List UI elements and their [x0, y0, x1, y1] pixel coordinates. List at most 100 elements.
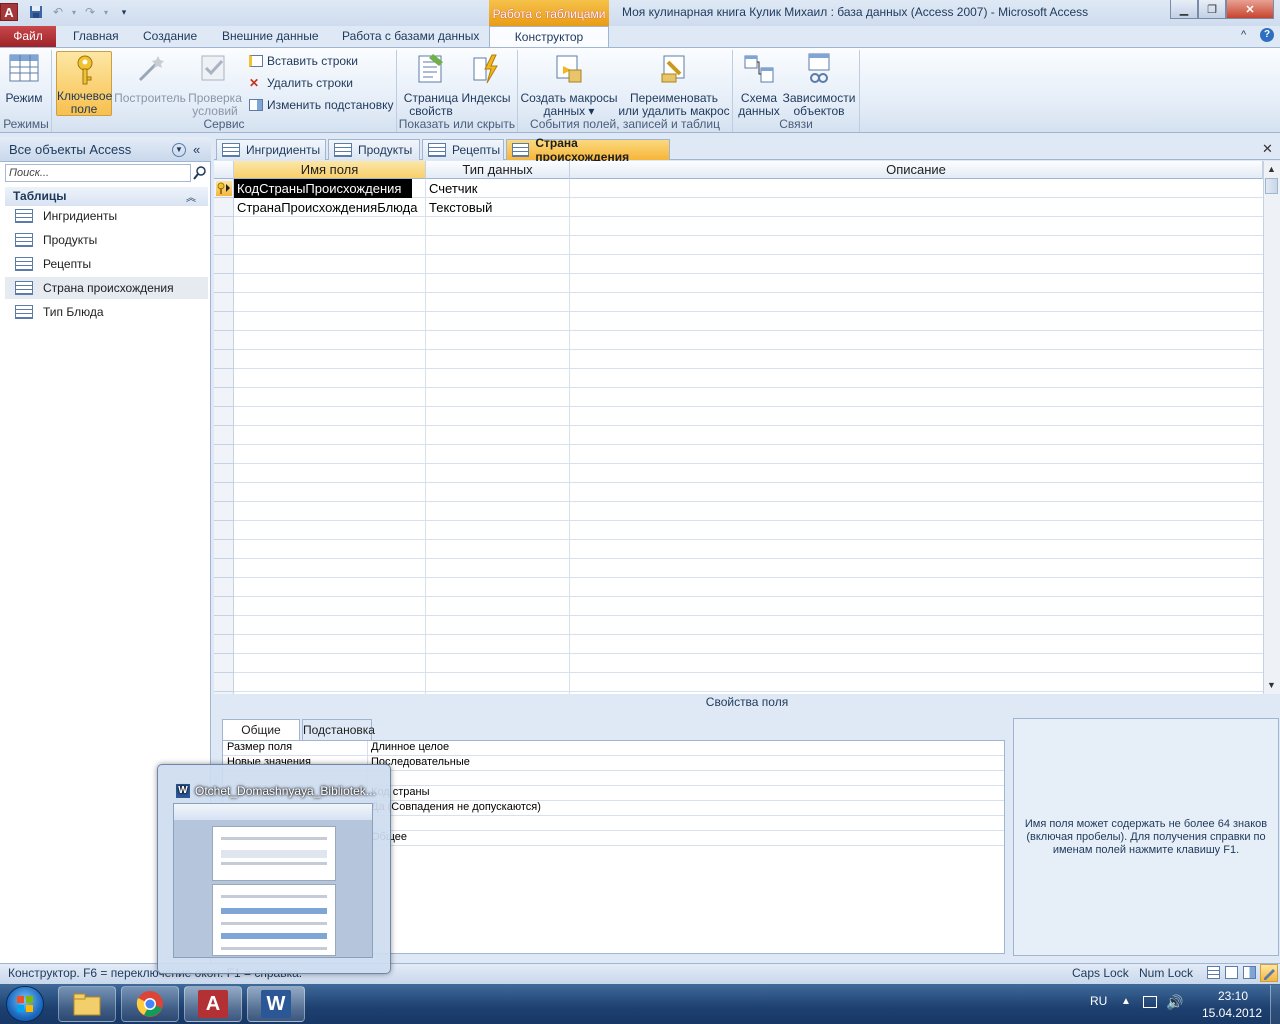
show-hidden-icons-icon[interactable]: ▲: [1121, 996, 1131, 1007]
redo-icon[interactable]: ↷: [82, 4, 98, 20]
tab-design[interactable]: Конструктор: [489, 26, 609, 47]
props-tab-lookup[interactable]: Подстановка: [302, 719, 375, 741]
close-document-icon[interactable]: ✕: [1262, 141, 1273, 157]
builder-label: Построитель: [114, 91, 186, 105]
relationships-button[interactable]: Схема данных: [737, 52, 781, 118]
tab-external-data[interactable]: Внешние данные: [222, 26, 319, 47]
nav-item-recipes[interactable]: Рецепты: [5, 253, 208, 275]
redo-dropdown-icon[interactable]: ▾: [98, 4, 114, 20]
row-selector-lines: [214, 179, 234, 694]
close-button[interactable]: ✕: [1226, 0, 1274, 19]
mode-button[interactable]: Режим: [4, 52, 44, 105]
vertical-scrollbar[interactable]: [1263, 161, 1280, 694]
save-icon[interactable]: [28, 4, 44, 20]
data-type-cell[interactable]: Счетчик: [426, 179, 569, 198]
pivot-chart-view-icon[interactable]: [1243, 966, 1256, 979]
shutter-bar-close-icon[interactable]: «: [193, 142, 200, 157]
taskbar-word-button[interactable]: W: [247, 986, 305, 1022]
property-sheet-button[interactable]: Страница свойств: [403, 52, 459, 118]
doc-tab-products[interactable]: Продукты: [328, 139, 420, 160]
doc-tab-recipes[interactable]: Рецепты: [422, 139, 504, 160]
nav-item-products[interactable]: Продукты: [5, 229, 208, 251]
table-icon: [334, 143, 352, 157]
preview-page: [212, 826, 336, 881]
delete-rows-button[interactable]: ✕ Удалить строки: [249, 76, 353, 90]
thumbnail-title[interactable]: W Otchet_Domashnyaya_Bibliotek...: [176, 783, 376, 799]
builder-button[interactable]: Построитель: [114, 52, 186, 105]
tab-file[interactable]: Файл: [0, 26, 56, 47]
column-header-description[interactable]: Описание: [570, 161, 1263, 179]
pivot-table-view-icon[interactable]: [1225, 966, 1238, 979]
nav-item-dish-type[interactable]: Тип Блюда: [5, 301, 208, 323]
grid-rows: [234, 179, 1263, 694]
change-lookup-button[interactable]: Изменить подстановку: [249, 98, 393, 112]
doc-tab-origin-country[interactable]: Страна происхождения: [506, 136, 670, 164]
description-cell[interactable]: [570, 179, 1263, 198]
folder-icon: [73, 993, 101, 1016]
action-center-flag-icon[interactable]: [1143, 996, 1157, 1008]
taskbar-chrome-button[interactable]: [121, 986, 179, 1022]
tab-home[interactable]: Главная: [73, 26, 119, 47]
nav-menu-dropdown-icon[interactable]: ▼: [172, 143, 186, 157]
object-dependencies-button[interactable]: Зависимости объектов: [783, 52, 855, 118]
property-value[interactable]: Длинное целое: [368, 741, 449, 755]
props-tab-general[interactable]: Общие: [222, 719, 300, 741]
insert-rows-button[interactable]: Вставить строки: [249, 54, 358, 68]
doc-tab-ingredients[interactable]: Ингридиенты: [216, 139, 326, 160]
ribbon-separator: [859, 50, 860, 132]
nav-item-origin-country[interactable]: Страна происхождения: [5, 277, 208, 299]
volume-icon[interactable]: 🔊: [1166, 994, 1183, 1011]
collapse-category-icon[interactable]: ︽: [186, 189, 196, 204]
start-button[interactable]: [6, 986, 44, 1022]
nav-search-input[interactable]: Поиск...: [5, 164, 191, 182]
thumbnail-document-preview[interactable]: [173, 803, 373, 958]
taskbar-access-button[interactable]: A: [184, 986, 242, 1022]
field-name-cell[interactable]: СтранаПроисхожденияБлюда: [234, 198, 425, 217]
builder-wand-icon: [138, 56, 164, 82]
description-cell[interactable]: [570, 198, 1263, 217]
undo-icon[interactable]: ↶: [50, 4, 66, 20]
insert-rows-label: Вставить строки: [267, 54, 358, 68]
search-icon[interactable]: [192, 164, 208, 182]
dependencies-icon: [808, 53, 830, 83]
clock-time[interactable]: 23:10: [1200, 989, 1266, 1003]
collapse-ribbon-icon[interactable]: ^: [1241, 29, 1246, 41]
access-logo-icon[interactable]: A: [0, 3, 18, 21]
tab-create[interactable]: Создание: [143, 26, 197, 47]
table-icon: [15, 281, 33, 295]
input-language-indicator[interactable]: RU: [1090, 994, 1107, 1008]
data-type-cell[interactable]: Текстовый: [426, 198, 569, 217]
show-desktop-button[interactable]: [1270, 985, 1280, 1024]
maximize-button[interactable]: ❐: [1198, 0, 1226, 19]
clock-date[interactable]: 15.04.2012: [1196, 1006, 1268, 1020]
nav-item-label: Ингридиенты: [43, 209, 118, 223]
column-header-field-name[interactable]: Имя поля: [234, 161, 426, 179]
rename-delete-macro-button[interactable]: Переименовать или удалить макрос: [618, 52, 730, 118]
primary-key-button[interactable]: Ключевое поле: [56, 51, 112, 116]
create-data-macros-button[interactable]: Создать макросы данных ▾: [520, 52, 618, 118]
tab-database-tools[interactable]: Работа с базами данных: [342, 26, 479, 47]
group-label-modes: Режимы: [3, 117, 49, 131]
property-value[interactable]: Да (Совпадения не допускаются): [368, 801, 541, 815]
undo-dropdown-icon[interactable]: ▾: [66, 4, 82, 20]
column-header-data-type[interactable]: Тип данных: [426, 161, 570, 179]
indexes-button[interactable]: Индексы: [461, 52, 511, 105]
scroll-up-icon[interactable]: ▲: [1264, 162, 1279, 177]
help-icon[interactable]: ?: [1260, 28, 1274, 42]
field-name-cell[interactable]: КодСтраныПроисхождения: [234, 179, 412, 198]
scrollbar-thumb[interactable]: [1265, 178, 1278, 194]
context-tab-table-tools: Работа с таблицами: [489, 0, 609, 26]
property-row[interactable]: Размер поля Длинное целое: [223, 741, 1004, 756]
table-icon: [15, 209, 33, 223]
nav-item-label: Тип Блюда: [43, 305, 104, 319]
customize-qat-icon[interactable]: ▾: [116, 4, 132, 20]
taskbar-explorer-button[interactable]: [58, 986, 116, 1022]
design-view-icon[interactable]: [1260, 964, 1278, 982]
test-validation-button[interactable]: Проверка условий: [188, 52, 242, 118]
chrome-icon: [136, 991, 163, 1017]
minimize-button[interactable]: ▁: [1170, 0, 1198, 19]
nav-item-ingredients[interactable]: Ингридиенты: [5, 205, 208, 227]
nav-category-tables[interactable]: Таблицы: [5, 187, 208, 206]
datasheet-view-icon[interactable]: [1207, 966, 1220, 979]
scroll-down-icon[interactable]: ▼: [1264, 678, 1279, 693]
